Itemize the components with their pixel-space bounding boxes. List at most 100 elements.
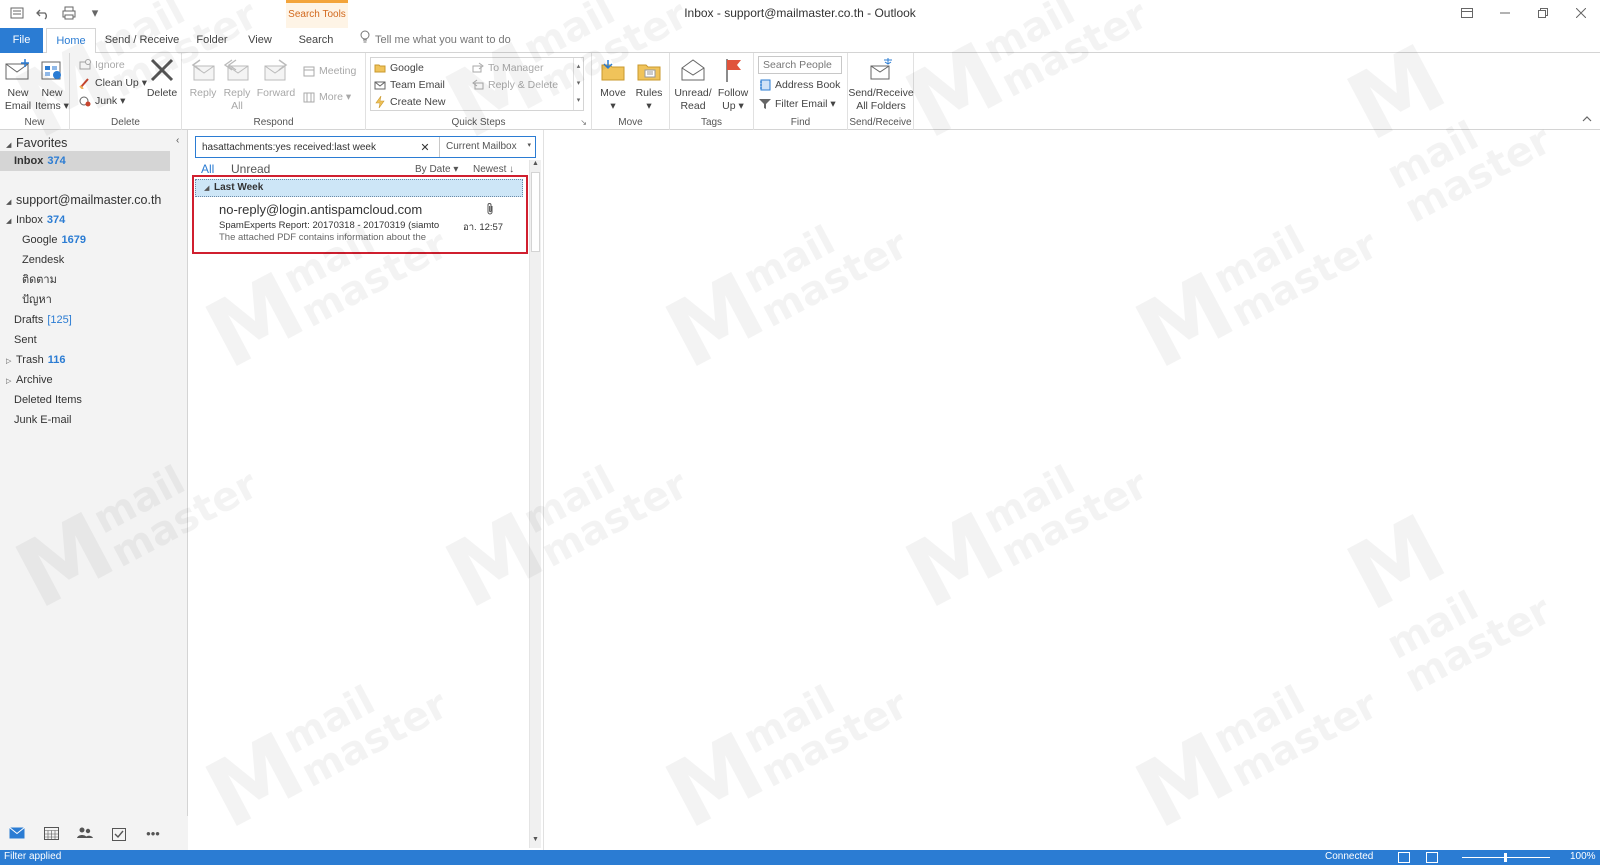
folder-sent[interactable]: Sent [14,330,200,350]
group-respond-label: Respond [253,117,294,128]
quick-steps-scroll[interactable]: ▴ ▾ ▾ [573,58,583,110]
search-people-input[interactable]: Search People [758,56,842,74]
meeting-icon [302,65,315,78]
folder-google[interactable]: Google 1679 [22,230,208,250]
quickstep-create-new[interactable]: Create New [373,94,445,110]
status-connection: Connected [1325,851,1374,862]
folder-junk-email[interactable]: Junk E-mail [14,410,200,430]
new-email-button[interactable]: New Email [2,55,34,113]
scroll-down-arrow-icon[interactable]: ▼ [530,836,541,848]
scroll-up-arrow-icon[interactable]: ▲ [530,160,541,172]
favorite-inbox[interactable]: Inbox 374 [0,151,170,171]
undo-icon[interactable] [34,4,52,22]
status-filter-applied: Filter applied [4,851,62,862]
tab-file[interactable]: File [0,28,43,53]
tab-view[interactable]: View [242,28,278,53]
address-book-button[interactable]: Address Book [758,77,840,93]
team-email-icon [373,79,386,92]
quickstep-team-email[interactable]: Team Email [373,77,445,93]
reading-view-icon[interactable] [1426,852,1438,863]
folder-arrow-icon [373,62,386,75]
follow-up-button[interactable]: Follow Up ▾ [714,55,752,113]
sort-order-newest[interactable]: Newest ↓ [473,164,514,175]
more-apps-icon[interactable]: ••• [142,822,164,844]
tab-search[interactable]: Search [290,28,342,53]
clean-up-button[interactable]: Clean Up ▾ [78,75,147,91]
new-email-label-2: Email [4,100,32,112]
folder-drafts[interactable]: Drafts [125] [14,310,200,330]
people-icon[interactable] [74,822,96,844]
account-header[interactable]: ◢ support@mailmaster.co.th [6,190,192,210]
tab-home[interactable]: Home [46,28,96,54]
folder-deleted-items[interactable]: Deleted Items [14,390,200,410]
print-icon[interactable] [60,4,78,22]
more-respond-button[interactable]: More ▾ [302,89,351,105]
move-button[interactable]: Move ▾ [596,55,630,113]
folder-trash[interactable]: ▷ Trash 116 [6,350,192,370]
zoom-slider-thumb[interactable] [1504,853,1507,862]
group-quick-steps-label: Quick Steps [451,117,506,128]
ribbon-display-options-icon[interactable] [1448,0,1486,26]
filter-email-label: Filter Email ▾ [775,98,836,110]
unread-read-button[interactable]: Unread/ Read [672,55,714,113]
group-delete: Ignore Clean Up ▾ Junk ▾ Delete Delete [70,53,182,130]
send-receive-all-button[interactable]: Send/Receive All Folders [848,55,914,113]
close-search-icon[interactable]: ✕ [416,141,434,154]
to-manager-icon [471,62,484,75]
delete-button[interactable]: Delete [144,55,180,100]
restore-icon[interactable] [1524,0,1562,26]
meeting-label: Meeting [319,65,357,77]
folder-follow-up[interactable]: ติดตาม [22,270,208,290]
quick-access-toolbar: ▾ [8,4,104,22]
reply-icon [187,55,219,85]
calendar-icon[interactable] [40,822,62,844]
zoom-level[interactable]: 100% [1570,851,1596,862]
quickstep-google[interactable]: Google [373,60,424,76]
collapse-ribbon-icon[interactable] [1582,114,1592,125]
folder-problems[interactable]: ปัญหา [22,290,208,310]
new-items-button[interactable]: New Items ▾ [35,55,69,113]
minimize-folder-pane-icon[interactable]: ‹ [176,135,179,146]
tell-me-box[interactable]: Tell me what you want to do [360,28,511,53]
junk-icon [78,95,91,108]
message-list-scrollbar[interactable]: ▲ ▼ [529,160,541,848]
junk-button[interactable]: Junk ▾ [78,93,125,109]
rules-button[interactable]: Rules ▾ [632,55,666,113]
send-receive-all-icon[interactable] [8,4,26,22]
meeting-button[interactable]: Meeting [302,63,356,79]
folder-zendesk[interactable]: Zendesk [22,250,208,270]
quick-steps-dialog-launcher-icon[interactable]: ↘ [580,118,587,127]
scroll-thumb[interactable] [531,172,540,252]
tab-folder[interactable]: Folder [190,28,234,53]
folder-archive[interactable]: ▷ Archive [6,370,192,390]
flag-icon [717,55,749,85]
mail-icon[interactable] [6,822,28,844]
normal-view-icon[interactable] [1398,852,1410,863]
reply-button[interactable]: Reply [186,55,220,100]
minimize-icon[interactable] [1486,0,1524,26]
favorites-header[interactable]: ◢ Favorites [6,133,192,153]
filter-unread[interactable]: Unread [231,162,270,176]
tab-send-receive[interactable]: Send / Receive [104,28,180,53]
reply-all-button[interactable]: Reply All [220,55,254,113]
sort-by-date[interactable]: By Date ▾ [415,164,458,175]
ribbon: New Email New Items ▾ New Ignore Clean U… [0,53,1600,130]
quickstep-reply-delete[interactable]: Reply & Delete [471,77,558,93]
filter-all[interactable]: All [201,162,214,176]
follow-up-label-1: Follow [717,87,749,99]
customize-qat-icon[interactable]: ▾ [86,4,104,22]
filter-email-button[interactable]: Filter Email ▾ [758,96,836,112]
search-box: ✕ Current Mailbox ▾ [195,136,536,158]
folder-inbox[interactable]: ◢ Inbox 374 [6,210,192,230]
search-scope-dropdown[interactable]: Current Mailbox ▾ [439,137,535,157]
forward-button[interactable]: Forward [256,55,296,100]
search-input[interactable] [196,137,416,157]
ignore-button[interactable]: Ignore [78,57,125,73]
new-items-label-2: Items ▾ [35,100,69,112]
search-tools-contextual-tab: Search Tools [286,0,348,28]
tasks-icon[interactable] [108,822,130,844]
quickstep-to-manager[interactable]: To Manager [471,60,543,76]
rules-dropdown-icon: ▾ [646,100,652,112]
group-find: Search People Address Book Filter Email … [754,53,848,130]
close-icon[interactable] [1562,0,1600,26]
